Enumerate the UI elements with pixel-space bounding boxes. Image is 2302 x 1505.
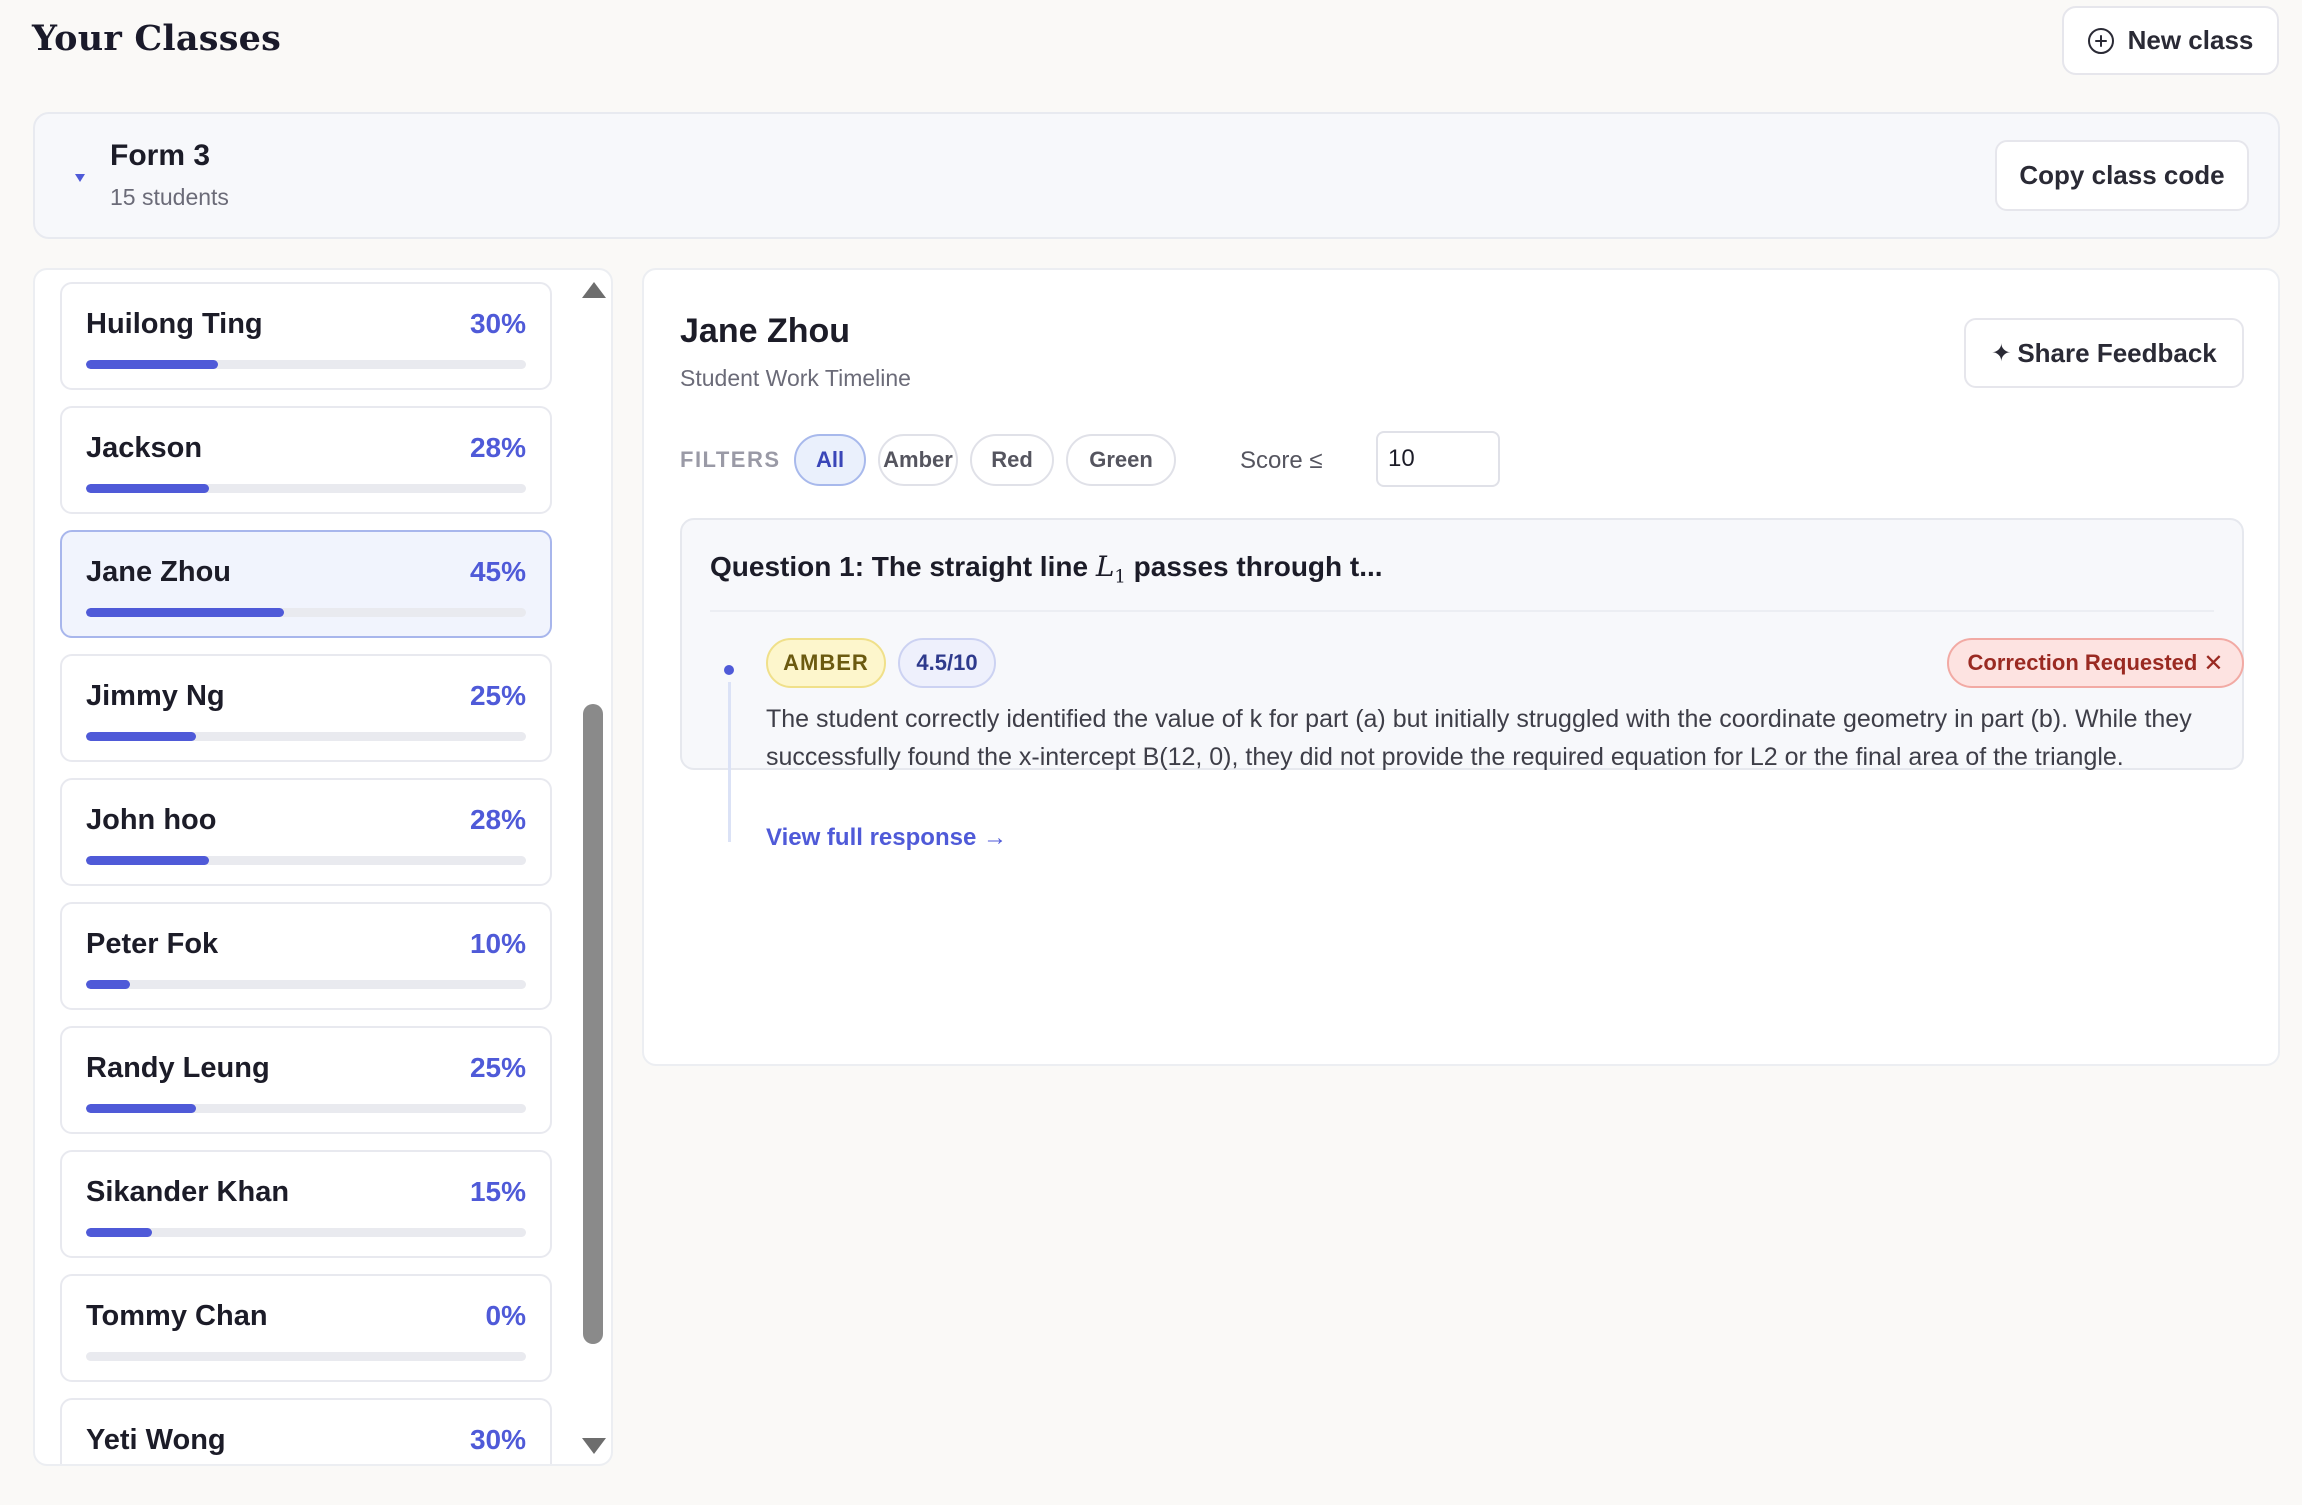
student-card[interactable]: Jane Zhou 45% xyxy=(60,530,552,638)
progress-fill xyxy=(86,1228,152,1237)
math-variable: L1 xyxy=(1095,550,1126,588)
student-name: Jackson xyxy=(86,432,203,464)
student-percent: 45% xyxy=(469,556,526,587)
student-percent: 28% xyxy=(469,804,526,835)
student-name: Jane Zhou xyxy=(86,556,232,588)
progress-track xyxy=(86,608,526,617)
student-detail-panel: Jane Zhou Student Work Timeline ✦ Share … xyxy=(642,268,2280,1066)
student-name: Tommy Chan xyxy=(86,1300,268,1332)
student-card[interactable]: Tommy Chan 0% xyxy=(60,1274,552,1382)
student-percent: 0% xyxy=(485,1300,526,1331)
student-percent: 15% xyxy=(469,1176,526,1207)
correction-requested-badge[interactable]: Correction Requested ✕ xyxy=(1947,638,2244,688)
scroll-down-arrow[interactable] xyxy=(582,1438,606,1454)
filters-row: FILTERS All Amber Red Green Score ≤ xyxy=(680,430,1580,487)
student-card[interactable]: Sikander Khan 15% xyxy=(60,1150,552,1258)
score-badge: 4.5/10 xyxy=(898,638,996,688)
student-name: Jimmy Ng xyxy=(86,680,225,712)
student-percent: 30% xyxy=(469,1424,526,1455)
progress-track xyxy=(86,1228,526,1237)
student-card[interactable]: Huilong Ting 30% xyxy=(60,282,552,390)
timeline-dot xyxy=(724,665,734,675)
correction-label: Correction Requested xyxy=(1967,650,2198,675)
student-name: Sikander Khan xyxy=(86,1176,290,1208)
page-title: Your Classes xyxy=(32,18,281,59)
progress-track xyxy=(86,484,526,493)
scroll-up-arrow[interactable] xyxy=(582,282,606,298)
student-percent: 25% xyxy=(469,680,526,711)
filter-chip-all[interactable]: All xyxy=(794,434,866,486)
sparkle-icon: ✦ xyxy=(1991,339,2012,367)
student-card[interactable]: Randy Leung 25% xyxy=(60,1026,552,1134)
student-percent: 30% xyxy=(469,308,526,339)
caret-down-icon[interactable] xyxy=(75,174,85,182)
student-percent: 25% xyxy=(469,1052,526,1083)
student-percent: 10% xyxy=(469,928,526,959)
student-name: Randy Leung xyxy=(86,1052,270,1084)
class-name: Form 3 xyxy=(110,139,211,172)
question-title-suffix: passes through t... xyxy=(1125,551,1383,582)
student-name: Peter Fok xyxy=(86,928,219,960)
new-class-button[interactable]: New class xyxy=(2062,6,2279,75)
score-filter-label: Score ≤ xyxy=(1240,447,1323,474)
progress-track xyxy=(86,980,526,989)
progress-track xyxy=(86,1104,526,1113)
student-card[interactable]: Yeti Wong 30% xyxy=(60,1398,552,1464)
student-name: Huilong Ting xyxy=(86,308,263,340)
scrollbar-thumb[interactable] xyxy=(583,704,603,1344)
share-feedback-label: Share Feedback xyxy=(2017,337,2217,368)
student-card[interactable]: Peter Fok 10% xyxy=(60,902,552,1010)
plus-circle-icon xyxy=(2087,27,2114,54)
question-title: Question 1: The straight line L1 passes … xyxy=(710,550,1383,588)
status-badge: AMBER xyxy=(766,638,886,688)
filter-chip-green[interactable]: Green xyxy=(1066,434,1176,486)
student-card[interactable]: John hoo 28% xyxy=(60,778,552,886)
progress-fill xyxy=(86,1104,196,1113)
feedback-text: The student correctly identified the val… xyxy=(766,705,2192,771)
timeline-line xyxy=(728,682,731,842)
progress-track xyxy=(86,856,526,865)
progress-fill xyxy=(86,608,284,617)
progress-track xyxy=(86,1352,526,1361)
math-var: L xyxy=(1095,550,1115,583)
question-card: Question 1: The straight line L1 passes … xyxy=(680,518,2244,851)
progress-track xyxy=(86,732,526,741)
filters-label: FILTERS xyxy=(680,447,781,472)
share-feedback-button[interactable]: ✦ Share Feedback xyxy=(1964,318,2244,388)
copy-class-code-button[interactable]: Copy class code xyxy=(1995,140,2249,211)
student-card[interactable]: Jackson 28% xyxy=(60,406,552,514)
filter-chip-red[interactable]: Red xyxy=(970,434,1054,486)
progress-fill xyxy=(86,484,210,493)
progress-track xyxy=(86,360,526,369)
progress-fill xyxy=(86,856,210,865)
new-class-label: New class xyxy=(2127,25,2254,55)
progress-fill xyxy=(86,732,196,741)
math-subscript: 1 xyxy=(1114,566,1126,588)
progress-fill xyxy=(86,980,130,989)
student-card[interactable]: Jimmy Ng 25% xyxy=(60,654,552,762)
detail-student-name: Jane Zhou xyxy=(680,312,851,350)
student-list-panel: Huilong Ting 30% Jackson 28% Jane Zhou 45% Jim… xyxy=(33,268,613,1466)
student-name: John hoo xyxy=(86,804,217,836)
view-full-response-link[interactable]: View full response → xyxy=(766,824,1007,852)
filter-chip-amber[interactable]: Amber xyxy=(878,434,958,486)
question-title-prefix: Question 1: The straight line xyxy=(710,551,1096,582)
score-filter-input[interactable] xyxy=(1376,431,1500,487)
close-icon[interactable]: ✕ xyxy=(2203,649,2223,678)
student-list[interactable]: Huilong Ting 30% Jackson 28% Jane Zhou 45% Jim… xyxy=(35,270,595,1464)
student-count: 15 students xyxy=(110,184,229,210)
progress-fill xyxy=(86,360,218,369)
class-card[interactable]: Form 3 15 students Copy class code xyxy=(33,112,2280,239)
divider xyxy=(710,610,2214,612)
student-percent: 28% xyxy=(469,432,526,463)
detail-subtitle: Student Work Timeline xyxy=(680,365,911,391)
student-name: Yeti Wong xyxy=(86,1424,226,1456)
